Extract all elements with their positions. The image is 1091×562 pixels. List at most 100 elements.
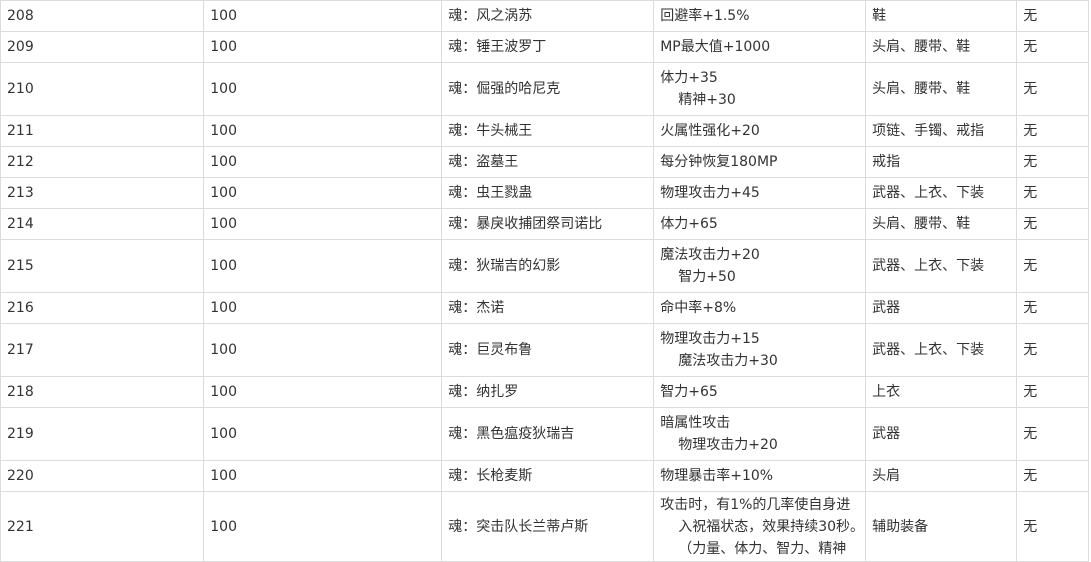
level-cell: 100 (203, 239, 443, 293)
slots-text: 武器、上衣、下装 (872, 342, 985, 358)
effect-cell: 火属性强化+20 (653, 115, 867, 147)
table-row: 221 100 魂：突击队长兰蒂卢斯 攻击时，有1%的几率使自身进 入祝福状态，效果持续… (0, 491, 1089, 562)
note-text: 无 (1023, 518, 1038, 535)
slots-cell: 鞋 (865, 0, 1018, 32)
effect-line: 精神+30 (678, 92, 736, 108)
note-text: 无 (1023, 384, 1038, 400)
effect-cell: 物理攻击力+15 魔法攻击力+30 (653, 323, 867, 377)
name-text: 魂：巨灵布鲁 (448, 342, 533, 358)
slots-text: 头肩 (872, 468, 901, 484)
note-cell: 无 (1016, 0, 1089, 32)
effect-cell: 物理暴击率+10% (653, 460, 867, 492)
level-cell: 100 (203, 323, 443, 377)
name-cell: 魂：巨灵布鲁 (441, 323, 655, 377)
level-cell: 100 (203, 460, 443, 492)
table-row: 216 100 魂：杰诺 命中率+8% 武器 无 (0, 292, 1089, 324)
slots-text: 武器、上衣、下装 (872, 185, 985, 201)
level-text: 100 (210, 123, 237, 139)
slots-cell: 项链、手镯、戒指 (865, 115, 1018, 147)
effect-cell: 回避率+1.5% (653, 0, 867, 32)
id-cell: 220 (0, 460, 205, 492)
effect-cell: 体力+65 (653, 208, 867, 240)
effect-cell: 攻击时，有1%的几率使自身进 入祝福状态，效果持续30秒。 （力量、体力、智力、精神 (653, 491, 867, 562)
level-text: 100 (210, 8, 237, 24)
id-cell: 214 (0, 208, 205, 240)
id-cell: 209 (0, 31, 205, 63)
effect-line: 智力+50 (678, 269, 736, 285)
id-cell: 216 (0, 292, 205, 324)
note-cell: 无 (1016, 146, 1089, 178)
id-cell: 213 (0, 177, 205, 209)
effect-cell: 魔法攻击力+20 智力+50 (653, 239, 867, 293)
note-cell: 无 (1016, 115, 1089, 147)
level-text: 100 (210, 426, 237, 442)
slots-text: 武器 (872, 426, 901, 442)
note-text: 无 (1023, 300, 1038, 316)
id-text: 211 (7, 123, 34, 139)
id-text: 220 (7, 468, 34, 484)
slots-text: 鞋 (872, 8, 887, 24)
effect-cell: 命中率+8% (653, 292, 867, 324)
id-text: 212 (7, 154, 34, 170)
name-cell: 魂：纳扎罗 (441, 376, 655, 408)
slots-cell: 上衣 (865, 376, 1018, 408)
effect-line: 物理攻击力+15 (660, 331, 760, 347)
id-cell: 208 (0, 0, 205, 32)
slots-text: 上衣 (872, 384, 901, 400)
table-row: 211 100 魂：牛头械王 火属性强化+20 项链、手镯、戒指 无 (0, 115, 1089, 147)
slots-cell: 武器、上衣、下装 (865, 239, 1018, 293)
level-cell: 100 (203, 115, 443, 147)
effect-line: 物理暴击率+10% (660, 468, 774, 484)
id-cell: 217 (0, 323, 205, 377)
effect-line: 火属性强化+20 (660, 123, 760, 139)
effect-line: 体力+65 (660, 216, 718, 232)
name-text: 魂：狄瑞吉的幻影 (448, 258, 561, 274)
name-text: 魂：突击队长兰蒂卢斯 (448, 518, 589, 535)
level-cell: 100 (203, 208, 443, 240)
name-cell: 魂：锤王波罗丁 (441, 31, 655, 63)
note-cell: 无 (1016, 460, 1089, 492)
table-row: 212 100 魂：盗墓王 每分钟恢复180MP 戒指 无 (0, 146, 1089, 178)
table-row: 209 100 魂：锤王波罗丁 MP最大值+1000 头肩、腰带、鞋 无 (0, 31, 1089, 63)
note-cell: 无 (1016, 407, 1089, 461)
effect-cell: 物理攻击力+45 (653, 177, 867, 209)
name-text: 魂：牛头械王 (448, 123, 533, 139)
effect-cell: MP最大值+1000 (653, 31, 867, 63)
effect-line: 命中率+8% (660, 300, 737, 316)
level-cell: 100 (203, 0, 443, 32)
effect-line: 回避率+1.5% (660, 8, 750, 24)
slots-cell: 辅助装备 (865, 491, 1018, 562)
note-text: 无 (1023, 426, 1038, 442)
note-text: 无 (1023, 39, 1038, 55)
id-cell: 218 (0, 376, 205, 408)
level-text: 100 (210, 39, 237, 55)
id-cell: 219 (0, 407, 205, 461)
effect-cell: 暗属性攻击 物理攻击力+20 (653, 407, 867, 461)
note-text: 无 (1023, 216, 1038, 232)
slots-text: 戒指 (872, 154, 901, 170)
id-text: 208 (7, 8, 34, 24)
id-text: 214 (7, 216, 34, 232)
name-text: 魂：长枪麦斯 (448, 468, 533, 484)
slots-cell: 武器 (865, 292, 1018, 324)
slots-cell: 头肩、腰带、鞋 (865, 31, 1018, 63)
note-text: 无 (1023, 468, 1038, 484)
id-text: 216 (7, 300, 34, 316)
name-text: 魂：虫王戮蛊 (448, 185, 533, 201)
table-row: 218 100 魂：纳扎罗 智力+65 上衣 无 (0, 376, 1089, 408)
level-text: 100 (210, 384, 237, 400)
id-text: 209 (7, 39, 34, 55)
slots-cell: 头肩 (865, 460, 1018, 492)
slots-cell: 头肩、腰带、鞋 (865, 62, 1018, 116)
note-text: 无 (1023, 81, 1038, 97)
id-cell: 212 (0, 146, 205, 178)
slots-text: 项链、手镯、戒指 (872, 123, 985, 139)
level-text: 100 (210, 258, 237, 274)
name-text: 魂：风之涡苏 (448, 8, 533, 24)
note-cell: 无 (1016, 323, 1089, 377)
id-cell: 211 (0, 115, 205, 147)
effect-cell: 每分钟恢复180MP (653, 146, 867, 178)
table-row: 220 100 魂：长枪麦斯 物理暴击率+10% 头肩 无 (0, 460, 1089, 492)
table-row: 219 100 魂：黑色瘟疫狄瑞吉 暗属性攻击 物理攻击力+20 武器 无 (0, 407, 1089, 461)
name-cell: 魂：暴戾收捕团祭司诺比 (441, 208, 655, 240)
